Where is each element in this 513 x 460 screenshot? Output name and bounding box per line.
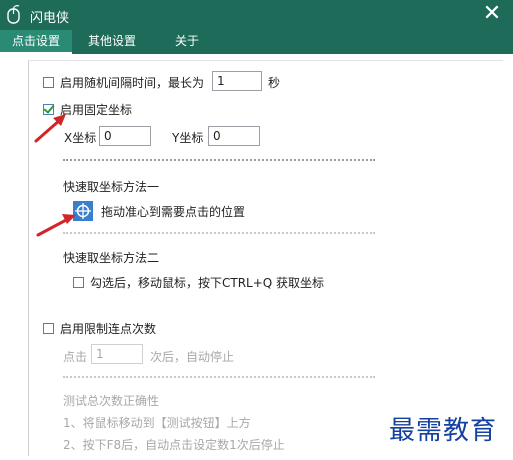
limit-clicks-checkbox[interactable]	[43, 322, 54, 334]
limit-clicks-prefix: 点击	[63, 350, 88, 364]
annotation-arrow-icon	[34, 114, 66, 143]
random-interval-label: 启用随机间隔时间，最长为	[60, 75, 205, 90]
method-two-row: 勾选后，移动鼠标，按下CTRL+Q 获取坐标	[73, 272, 324, 292]
title-bar: 闪电侠 ✕	[0, 0, 513, 30]
mouse-icon	[7, 5, 20, 24]
method-two-heading: 快速取坐标方法二	[63, 251, 160, 265]
tab-other-settings[interactable]: 其他设置	[76, 30, 148, 54]
method-two-label: 勾选后，移动鼠标，按下CTRL+Q 获取坐标	[90, 275, 325, 290]
tab-about[interactable]: 关于	[162, 30, 212, 54]
test-step-2: 2、按下F8后，自动点击设定数1次后停止	[63, 438, 285, 452]
limit-clicks-input[interactable]	[91, 344, 143, 364]
x-coord-input[interactable]	[99, 126, 151, 146]
close-button[interactable]: ✕	[479, 1, 505, 27]
random-interval-checkbox[interactable]	[43, 76, 54, 88]
random-interval-input[interactable]	[212, 71, 262, 91]
test-heading: 测试总次数正确性	[63, 394, 160, 408]
method-one-heading: 快速取坐标方法一	[63, 180, 160, 194]
limit-clicks-row: 启用限制连点次数	[43, 318, 156, 338]
divider	[63, 376, 375, 378]
y-coord-input[interactable]	[208, 126, 260, 146]
seconds-unit: 秒	[268, 76, 281, 90]
tab-bar: 点击设置 其他设置 关于	[0, 30, 513, 54]
annotation-arrow-icon	[36, 214, 76, 237]
limit-clicks-suffix: 次后，自动停止	[150, 350, 235, 364]
method-two-checkbox[interactable]	[73, 276, 84, 288]
window-title: 闪电侠	[30, 11, 70, 26]
crosshair-row: 拖动准心到需要点击的位置	[73, 200, 245, 222]
tab-click-settings[interactable]: 点击设置	[0, 30, 72, 54]
random-interval-row: 启用随机间隔时间，最长为	[43, 72, 204, 92]
divider	[63, 232, 375, 234]
limit-clicks-label: 启用限制连点次数	[60, 321, 157, 336]
y-coord-label: Y坐标	[172, 131, 204, 145]
test-step-1: 1、将鼠标移动到【测试按钮】上方	[63, 416, 251, 430]
close-icon: ✕	[482, 1, 502, 26]
crosshair-instruction: 拖动准心到需要点击的位置	[101, 204, 246, 219]
watermark: 最需教育	[389, 416, 498, 446]
divider	[63, 159, 375, 161]
